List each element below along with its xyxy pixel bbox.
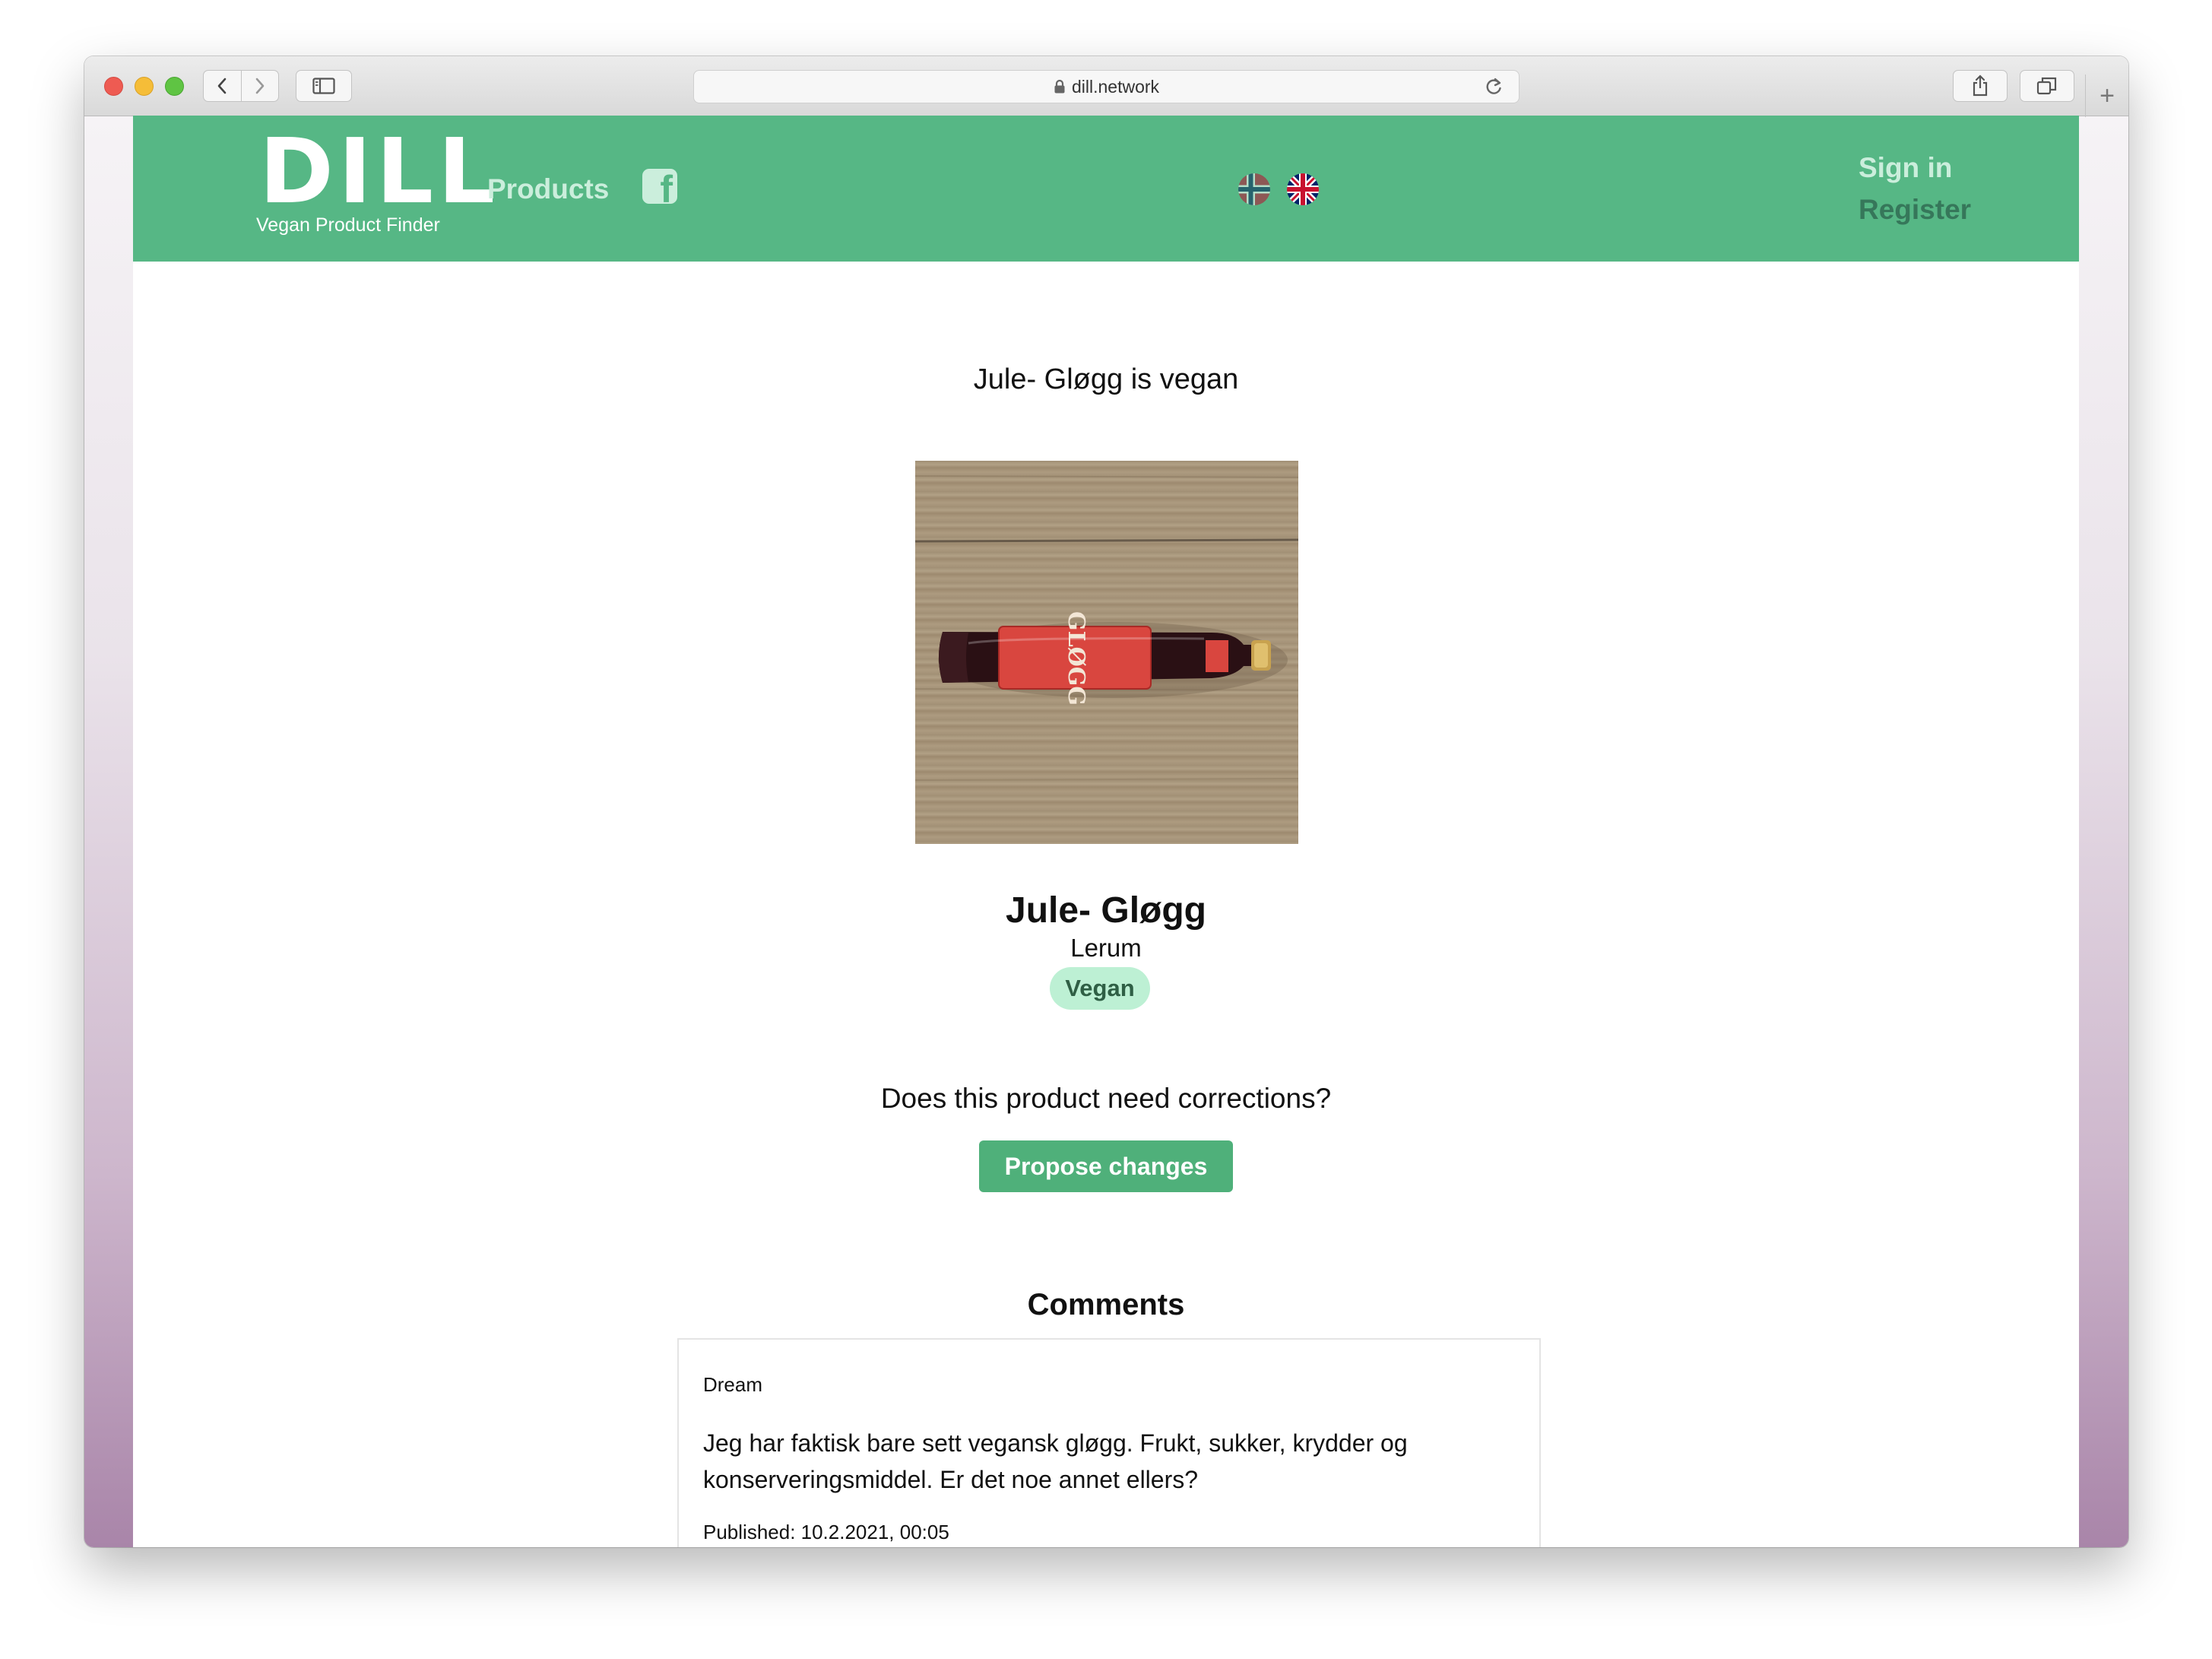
vegan-status-headline: Jule- Gløgg is vegan bbox=[973, 363, 1239, 395]
product-brand: Lerum bbox=[1070, 934, 1142, 962]
site-navbar: DILL Vegan Product Finder Products f Sig… bbox=[133, 116, 2079, 262]
site-logo[interactable]: DILL Vegan Product Finder bbox=[255, 126, 495, 237]
minimize-window-button[interactable] bbox=[135, 77, 154, 96]
product-name: Jule- Gløgg bbox=[1006, 890, 1206, 931]
corrections-question: Does this product need corrections? bbox=[880, 1083, 1332, 1114]
share-icon bbox=[1973, 75, 1988, 97]
svg-text:GLØGG: GLØGG bbox=[1063, 611, 1089, 706]
chevron-left-icon bbox=[217, 78, 227, 94]
url-text: dill.network bbox=[1071, 76, 1160, 97]
tabs-overview-icon bbox=[2036, 77, 2057, 95]
sidebar-icon bbox=[312, 78, 335, 94]
comment-published-date: Published: 10.2.2021, 00:05 bbox=[703, 1521, 949, 1543]
sign-in-link[interactable]: Sign in bbox=[1859, 152, 1952, 184]
share-button[interactable] bbox=[1953, 70, 2008, 102]
comments-heading: Comments bbox=[1027, 1288, 1185, 1321]
logo-wordmark: DILL bbox=[259, 119, 500, 224]
lock-icon bbox=[1054, 79, 1065, 94]
sidebar-toggle-button[interactable] bbox=[296, 70, 352, 102]
web-page: DILL Vegan Product Finder Products f Sig… bbox=[133, 116, 2079, 1547]
logo-subtitle: Vegan Product Finder bbox=[256, 214, 440, 236]
close-window-button[interactable] bbox=[104, 77, 123, 96]
browser-window: dill.network + DILL Vegan Product Finder… bbox=[84, 56, 2128, 1547]
forward-button[interactable] bbox=[242, 71, 279, 101]
address-bar[interactable]: dill.network bbox=[693, 70, 1520, 103]
vegan-badge: Vegan bbox=[1050, 967, 1150, 1010]
comment-author: Dream bbox=[703, 1373, 763, 1396]
product-image: GLØGG bbox=[915, 461, 1298, 844]
uk-flag-icon[interactable] bbox=[1287, 173, 1319, 205]
comment-text: Jeg har faktisk bare sett vegansk gløgg.… bbox=[703, 1429, 1408, 1493]
propose-changes-button[interactable]: Propose changes bbox=[979, 1140, 1233, 1192]
register-link[interactable]: Register bbox=[1859, 194, 1971, 226]
back-button[interactable] bbox=[204, 71, 242, 101]
bottle-photo: GLØGG bbox=[915, 475, 1298, 781]
comment-card: Dream Jeg har faktisk bare sett vegansk … bbox=[677, 1338, 1541, 1547]
plus-icon: + bbox=[2099, 81, 2115, 110]
browser-titlebar: dill.network + bbox=[84, 56, 2128, 117]
nav-products-link[interactable]: Products bbox=[487, 173, 609, 205]
maximize-window-button[interactable] bbox=[165, 77, 184, 96]
new-tab-button[interactable]: + bbox=[2085, 75, 2128, 117]
history-nav-group bbox=[203, 70, 279, 102]
chevron-right-icon bbox=[255, 78, 265, 94]
show-tabs-button[interactable] bbox=[2020, 70, 2074, 102]
facebook-icon[interactable]: f bbox=[642, 169, 677, 204]
reload-icon[interactable] bbox=[1484, 77, 1504, 97]
norwegian-flag-icon[interactable] bbox=[1238, 173, 1270, 205]
